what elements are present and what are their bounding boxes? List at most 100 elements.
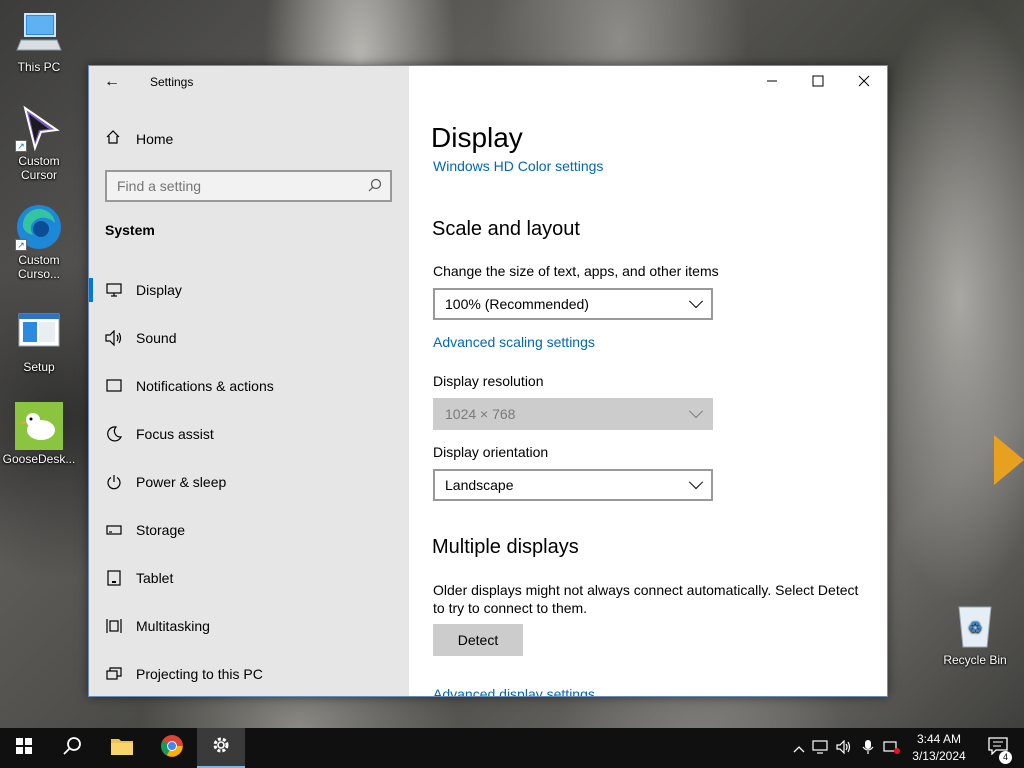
desktop-icon-custom-cursor-2[interactable]: ↗ Custom Curso... <box>1 203 77 281</box>
taskbar-file-explorer[interactable] <box>98 728 146 768</box>
notification-count-badge: 4 <box>999 750 1012 764</box>
desktop-icon-label: Custom Curso... <box>17 253 60 281</box>
search-icon <box>62 736 82 761</box>
folder-icon <box>110 736 134 761</box>
sidebar-item-sound[interactable]: Sound <box>89 314 409 362</box>
sidebar-item-power-sleep[interactable]: Power & sleep <box>89 458 409 506</box>
hd-color-settings-link[interactable]: Windows HD Color settings <box>433 158 603 174</box>
close-button[interactable] <box>841 66 887 98</box>
sidebar-item-focus-assist[interactable]: Focus assist <box>89 410 409 458</box>
chevron-down-icon <box>688 475 704 490</box>
computer-icon <box>15 10 63 58</box>
sidebar-item-projecting[interactable]: Projecting to this PC <box>89 650 409 698</box>
search-input[interactable] <box>117 178 357 194</box>
windows-logo-icon <box>16 737 32 759</box>
network-icon[interactable] <box>808 739 832 757</box>
sidebar-item-label: Storage <box>136 522 186 538</box>
desktop-icon-label: Setup <box>23 360 55 374</box>
edge-icon: ↗ <box>15 203 63 251</box>
taskbar-chrome[interactable] <box>148 728 196 768</box>
speaker-icon <box>105 329 123 347</box>
sidebar-item-label: Multitasking <box>136 618 210 634</box>
taskbar-search-button[interactable] <box>48 728 96 768</box>
maximize-icon <box>812 74 824 90</box>
desktop-icon-label: Custom Cursor <box>18 154 60 182</box>
chevron-up-icon[interactable] <box>790 741 808 756</box>
setup-icon <box>15 310 63 358</box>
settings-content: Display Windows HD Color settings Scale … <box>409 66 887 696</box>
clock[interactable]: 3:44 AM 3/13/2024 <box>906 731 972 765</box>
page-title: Display <box>431 122 523 153</box>
orientation-dropdown[interactable]: Landscape <box>433 469 713 501</box>
minimize-button[interactable] <box>749 66 795 98</box>
scale-label: Change the size of text, apps, and other… <box>433 263 719 279</box>
chevron-down-icon <box>688 294 704 309</box>
orientation-label: Display orientation <box>433 444 549 460</box>
resolution-value: 1024 × 768 <box>445 406 516 422</box>
svg-text:♻: ♻ <box>968 618 982 637</box>
moon-icon <box>105 425 123 443</box>
clock-time: 3:44 AM <box>916 732 962 746</box>
system-tray <box>790 728 904 768</box>
maximize-button[interactable] <box>795 66 841 98</box>
power-icon <box>105 473 123 491</box>
clock-date: 3/13/2024 <box>912 749 966 763</box>
monitor-icon <box>105 281 123 299</box>
home-icon <box>105 129 121 150</box>
multiple-displays-heading: Multiple displays <box>432 536 579 558</box>
desktop-icon-label: This PC <box>17 60 61 74</box>
title-bar: ← Settings <box>89 66 409 98</box>
sidebar-item-storage[interactable]: Storage <box>89 506 409 554</box>
webcam-recording-icon[interactable] <box>880 739 904 758</box>
shortcut-arrow-icon: ↗ <box>15 140 27 152</box>
back-arrow-icon: ← <box>104 73 120 90</box>
sidebar-item-multitasking[interactable]: Multitasking <box>89 602 409 650</box>
sidebar-nav-list: Display Sound Notifications & actions Fo… <box>89 266 409 698</box>
section-header-system: System <box>105 222 155 238</box>
notification-icon <box>105 377 123 395</box>
sidebar-item-tablet[interactable]: Tablet <box>89 554 409 602</box>
scale-value: 100% (Recommended) <box>445 296 589 312</box>
detect-button[interactable]: Detect <box>433 624 523 656</box>
multitasking-icon <box>105 617 123 635</box>
desktop-icon-recycle-bin[interactable]: ♻ Recycle Bin <box>937 603 1013 667</box>
window-controls <box>749 66 887 98</box>
taskbar-settings[interactable] <box>197 728 245 768</box>
orientation-value: Landscape <box>445 477 514 493</box>
cursor-app-icon: ↗ <box>15 104 63 152</box>
sidebar-item-label: Tablet <box>136 570 174 586</box>
desktop-icon-label: Recycle Bin <box>943 653 1007 667</box>
sidebar-item-label: Power & sleep <box>136 474 227 490</box>
tablet-icon <box>105 569 123 587</box>
desktop-icon-goosedesktop[interactable]: GooseDesk... <box>1 402 77 466</box>
action-center-button[interactable]: 4 <box>974 728 1022 768</box>
sidebar-item-label: Sound <box>136 330 177 346</box>
start-button[interactable] <box>0 728 48 768</box>
home-label: Home <box>136 131 174 147</box>
microphone-icon[interactable] <box>856 739 880 758</box>
sidebar-item-label: Display <box>136 282 182 298</box>
desktop-icon-custom-cursor[interactable]: ↗ Custom Cursor <box>1 104 77 182</box>
sidebar-item-display[interactable]: Display <box>89 266 409 314</box>
sidebar-item-label: Projecting to this PC <box>136 666 263 682</box>
advanced-scaling-link[interactable]: Advanced scaling settings <box>433 334 595 350</box>
scale-layout-heading: Scale and layout <box>432 218 580 240</box>
resolution-label: Display resolution <box>433 373 544 389</box>
scale-dropdown[interactable]: 100% (Recommended) <box>433 288 713 320</box>
advanced-display-settings-link[interactable]: Advanced display settings <box>433 686 595 696</box>
volume-icon[interactable] <box>832 739 856 757</box>
minimize-icon <box>766 74 778 90</box>
sidebar-item-notifications[interactable]: Notifications & actions <box>89 362 409 410</box>
search-icon[interactable] <box>368 178 382 195</box>
goose-icon <box>15 402 63 450</box>
chevron-down-icon <box>688 404 704 419</box>
desktop-icon-this-pc[interactable]: This PC <box>1 10 77 74</box>
multiple-displays-desc-line1: Older displays might not always connect … <box>433 582 859 598</box>
chrome-icon <box>160 734 184 763</box>
sidebar-item-home[interactable]: Home <box>89 122 409 156</box>
app-title: Settings <box>150 75 194 89</box>
search-box[interactable] <box>105 170 392 202</box>
desktop-icon-setup[interactable]: Setup <box>1 310 77 374</box>
back-button[interactable]: ← <box>89 66 135 98</box>
close-icon <box>858 74 870 90</box>
